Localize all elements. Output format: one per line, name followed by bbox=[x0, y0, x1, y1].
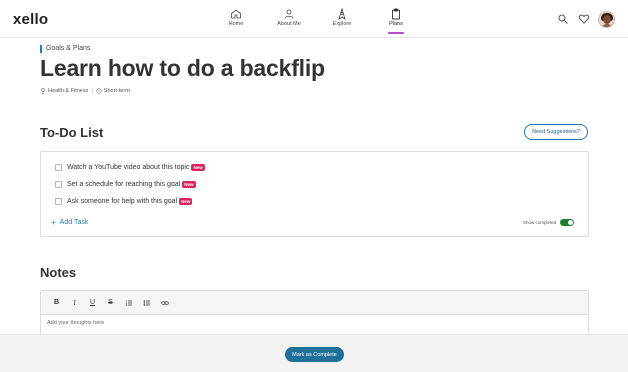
task-checkbox[interactable] bbox=[55, 197, 62, 205]
nav-plans-label: Plans bbox=[389, 21, 403, 27]
nav-home[interactable]: Home bbox=[216, 8, 256, 27]
task-text[interactable]: Set a schedule for reaching this goal bbox=[67, 181, 180, 188]
nav-about-me[interactable]: About Me bbox=[269, 8, 309, 27]
trophy-icon bbox=[41, 88, 45, 94]
task-item: Set a schedule for reaching this goal Ne… bbox=[55, 179, 196, 189]
goal-meta: Health & Fitness | Short-term bbox=[40, 88, 130, 94]
underline-icon: U bbox=[89, 299, 96, 306]
notes-editor: B I U S Add your thoughts here bbox=[40, 290, 589, 340]
italic-button[interactable]: I bbox=[69, 297, 80, 308]
avatar-shoulders bbox=[601, 24, 613, 27]
add-task-label: Add Task bbox=[59, 219, 89, 226]
link-button[interactable] bbox=[159, 297, 170, 308]
notes-text-area[interactable]: Add your thoughts here bbox=[41, 315, 588, 331]
heart-icon[interactable] bbox=[578, 13, 590, 25]
task-checkbox[interactable] bbox=[55, 180, 62, 188]
nav-about-label: About Me bbox=[277, 21, 301, 27]
breadcrumb-label: Goals & Plans bbox=[46, 45, 91, 52]
goal-term: Short-term bbox=[103, 88, 130, 94]
avatar[interactable] bbox=[598, 11, 615, 28]
strikethrough-button[interactable]: S bbox=[105, 297, 116, 308]
need-suggestions-button[interactable]: Need Suggestions? bbox=[524, 124, 588, 140]
bold-icon: B bbox=[53, 299, 60, 306]
new-badge: New bbox=[179, 197, 193, 205]
avatar-face bbox=[603, 15, 611, 24]
new-badge: New bbox=[182, 180, 196, 188]
todo-card: Watch a YouTube video about this topic N… bbox=[40, 151, 589, 237]
goal-category: Health & Fitness bbox=[48, 88, 89, 94]
task-item: Watch a YouTube video about this topic N… bbox=[55, 162, 205, 172]
bullet-list-button[interactable] bbox=[141, 297, 152, 308]
editor-toolbar: B I U S bbox=[41, 291, 588, 315]
task-item: Ask someone for help with this goal New bbox=[55, 196, 193, 206]
task-text[interactable]: Ask someone for help with this goal bbox=[67, 198, 177, 205]
todo-heading: To-Do List bbox=[40, 125, 104, 140]
link-icon bbox=[160, 300, 169, 305]
show-completed-label: Show completed bbox=[523, 220, 557, 225]
page-title: Learn how to do a backflip bbox=[40, 55, 325, 81]
xello-logo[interactable]: xello bbox=[13, 11, 48, 28]
home-icon bbox=[231, 9, 241, 19]
breadcrumb-accent-bar bbox=[40, 44, 42, 53]
mark-as-complete-button[interactable]: Mark as Complete bbox=[285, 347, 344, 362]
search-icon[interactable] bbox=[557, 13, 569, 25]
bold-button[interactable]: B bbox=[51, 297, 62, 308]
nav-plans[interactable]: Plans bbox=[376, 8, 416, 34]
show-completed-control: Show completed bbox=[523, 219, 575, 226]
meta-separator: | bbox=[91, 88, 93, 94]
new-badge: New bbox=[191, 163, 205, 171]
underline-button[interactable]: U bbox=[87, 297, 98, 308]
nav-home-label: Home bbox=[228, 21, 244, 27]
clipboard-icon bbox=[392, 8, 400, 20]
top-nav: xello Home About Me Explore Plans bbox=[0, 0, 628, 38]
notes-heading: Notes bbox=[40, 265, 77, 280]
strikethrough-icon: S bbox=[108, 299, 113, 306]
toggle-knob bbox=[568, 220, 574, 225]
active-tab-indicator bbox=[388, 32, 404, 34]
show-completed-toggle[interactable] bbox=[560, 219, 575, 226]
nav-explore-label: Explore bbox=[332, 21, 352, 27]
ordered-list-button[interactable] bbox=[123, 297, 134, 308]
add-task-button[interactable]: + Add Task bbox=[51, 218, 88, 227]
person-icon bbox=[284, 9, 294, 19]
notes-placeholder: Add your thoughts here bbox=[47, 320, 105, 326]
breadcrumb[interactable]: Goals & Plans bbox=[40, 44, 90, 53]
compass-icon bbox=[338, 8, 346, 20]
bullet-list-icon bbox=[143, 299, 150, 306]
task-text[interactable]: Watch a YouTube video about this topic bbox=[67, 164, 189, 171]
clock-icon bbox=[96, 88, 102, 94]
plus-icon: + bbox=[51, 218, 56, 227]
task-checkbox[interactable] bbox=[55, 163, 62, 171]
ordered-list-icon bbox=[125, 299, 132, 306]
nav-explore[interactable]: Explore bbox=[322, 8, 362, 27]
action-footer: Mark as Complete bbox=[0, 334, 628, 372]
italic-icon: I bbox=[73, 298, 76, 307]
